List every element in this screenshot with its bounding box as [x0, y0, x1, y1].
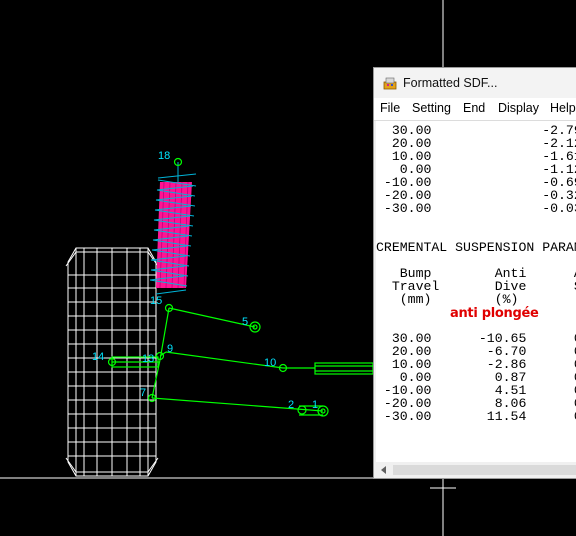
point-label-7: 7	[140, 387, 146, 399]
point-label-10: 10	[264, 357, 276, 369]
scroll-left-arrow-icon[interactable]	[376, 462, 392, 478]
menu-setting[interactable]: Setting	[412, 101, 451, 115]
menu-bar: File Setting End Display Help	[374, 98, 576, 121]
point-label-1: 1	[312, 399, 318, 411]
app-icon	[383, 77, 397, 90]
window-titlebar[interactable]: Formatted SDF...	[374, 68, 576, 98]
report-column-units: (mm) (%) (	[376, 292, 576, 307]
scrollbar-thumb[interactable]	[393, 465, 576, 475]
report-line: -30.00 -0.03	[376, 201, 576, 216]
formatted-sdf-window[interactable]: Formatted SDF... File Setting End Displa…	[373, 67, 576, 479]
point-label-13: 13	[142, 353, 154, 365]
menu-display[interactable]: Display	[498, 101, 539, 115]
point-label-15: 15	[150, 295, 162, 307]
point-label-9: 9	[167, 343, 173, 355]
menu-end[interactable]: End	[463, 101, 485, 115]
menu-file[interactable]: File	[380, 101, 400, 115]
annotation-anti-plongee: anti plongée	[450, 306, 539, 321]
point-label-14: 14	[92, 351, 104, 363]
window-title: Formatted SDF...	[403, 76, 498, 90]
point-label-2: 2	[288, 399, 294, 411]
report-row: -30.00 11.54 0	[376, 409, 576, 424]
horizontal-scrollbar[interactable]	[376, 462, 576, 478]
point-label-18: 18	[158, 150, 170, 162]
report-section-heading: CREMENTAL SUSPENSION PARAM	[376, 240, 576, 255]
menu-help[interactable]: Help	[550, 101, 576, 115]
report-text-area[interactable]: 30.00 -2.79 20.00 -2.12 10.00 -1.61 0.00…	[376, 121, 576, 462]
point-label-5: 5	[242, 316, 248, 328]
